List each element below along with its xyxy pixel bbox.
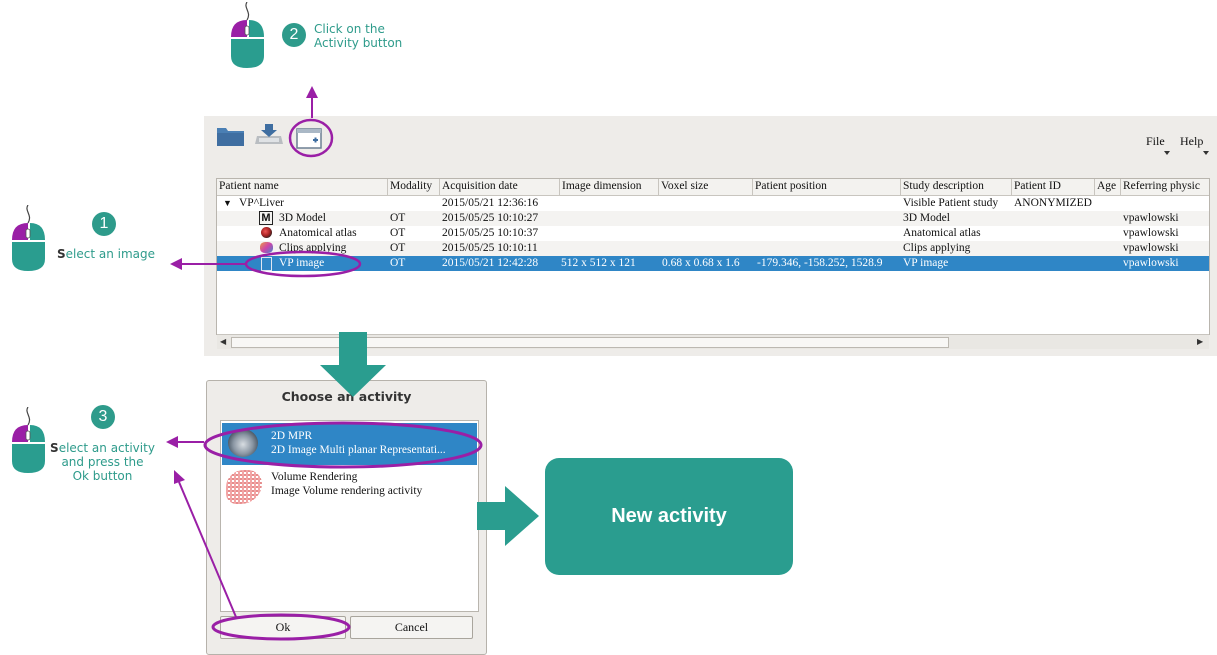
arrow-diagonal-icon — [174, 470, 237, 618]
arrow-overlay — [166, 86, 539, 618]
arrow-right-icon — [477, 486, 539, 546]
arrow-left-icon — [166, 436, 204, 448]
arrow-up-icon — [306, 86, 318, 118]
arrow-down-icon — [320, 332, 386, 397]
arrow-left-icon — [170, 258, 246, 270]
